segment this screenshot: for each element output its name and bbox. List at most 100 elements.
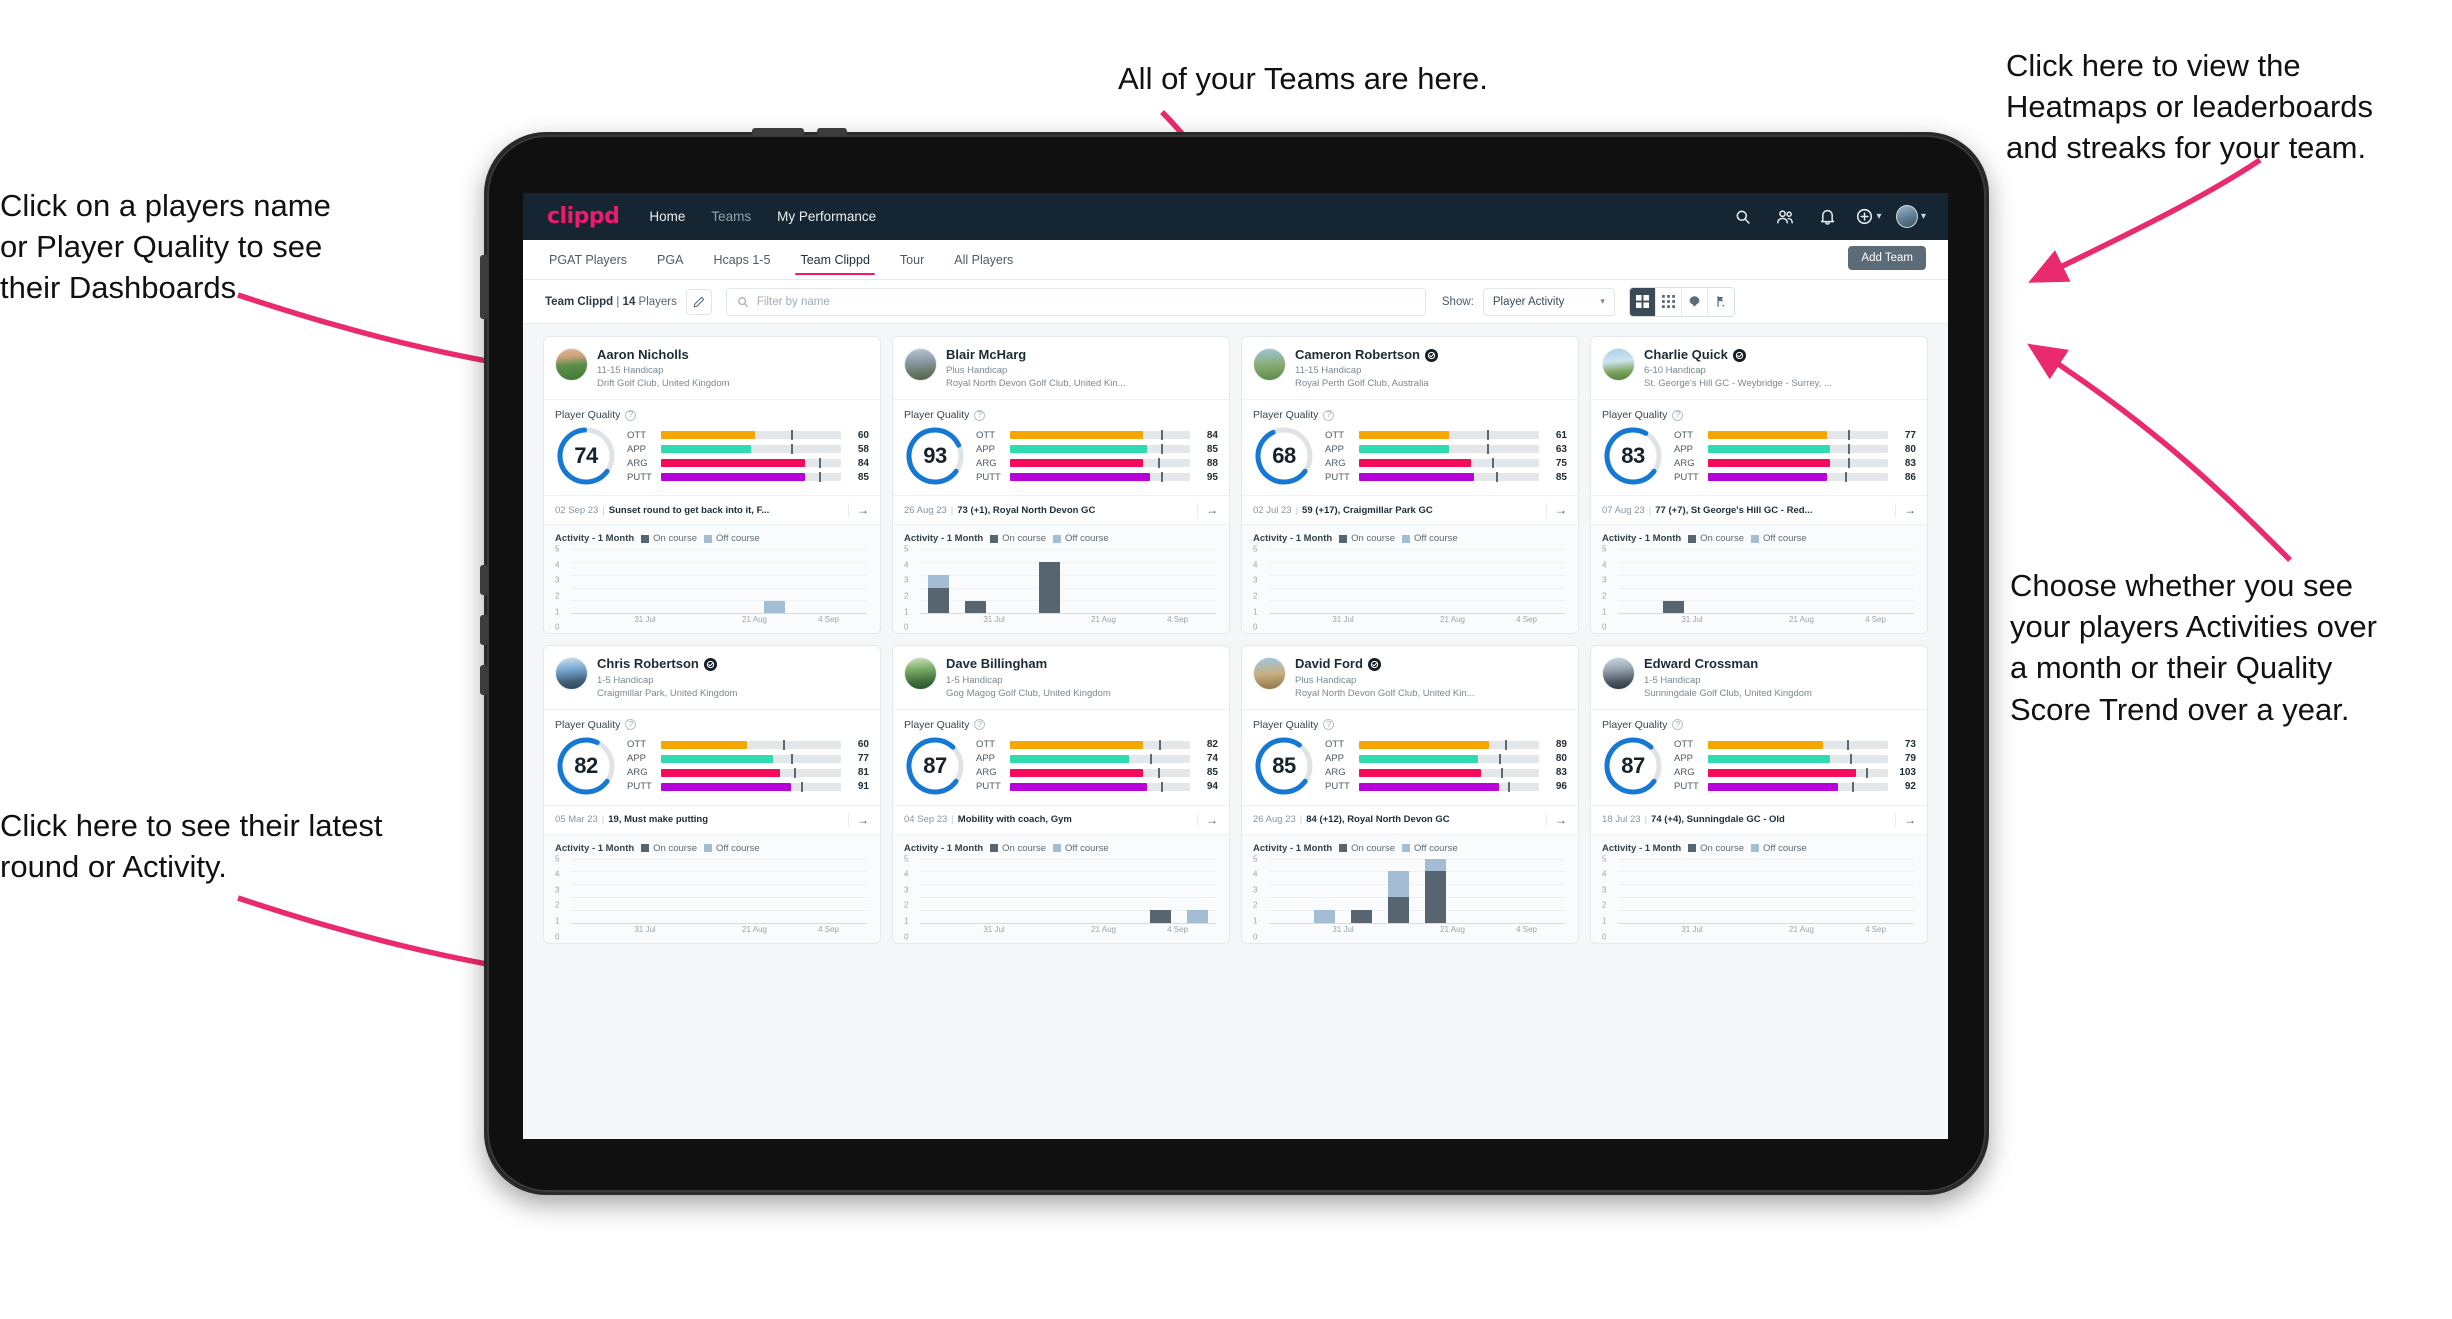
player-name[interactable]: Dave Billingham: [946, 656, 1047, 671]
tab-tour[interactable]: Tour: [898, 242, 926, 277]
latest-round-row[interactable]: 26 Aug 23 | 84 (+12), Royal North Devon GC…: [1242, 805, 1578, 835]
nav-my-performance[interactable]: My Performance: [777, 209, 876, 224]
player-card[interactable]: Charlie Quick 6-10 Handicap St. George's H…: [1590, 336, 1928, 635]
help-icon[interactable]: ?: [625, 719, 637, 731]
player-card[interactable]: Edward Crossman 1-5 Handicap Sunningdale G…: [1590, 645, 1928, 944]
tab-hcaps-1-5[interactable]: Hcaps 1-5: [711, 242, 772, 277]
leaderboard-view-button[interactable]: [1707, 287, 1734, 316]
grid-large-view-button[interactable]: [1629, 287, 1656, 316]
player-card-header[interactable]: David Ford Plus Handicap Royal North Devon…: [1242, 646, 1578, 710]
player-name-row[interactable]: David Ford: [1295, 656, 1567, 671]
show-select[interactable]: Player Activity ▾: [1482, 287, 1615, 316]
player-card[interactable]: Cameron Robertson 11-15 Handicap Royal Per…: [1241, 336, 1579, 635]
help-icon[interactable]: ?: [1323, 409, 1335, 421]
plus-circle-icon[interactable]: ▾: [1854, 202, 1884, 232]
player-name-row[interactable]: Cameron Robertson: [1295, 347, 1567, 362]
search-input-wrapper[interactable]: [725, 287, 1426, 316]
player-name-row[interactable]: Aaron Nicholls: [597, 347, 869, 362]
player-card-header[interactable]: Dave Billingham 1-5 Handicap Gog Magog Gol…: [893, 646, 1229, 710]
player-name-row[interactable]: Edward Crossman: [1644, 656, 1916, 671]
player-card-header[interactable]: Charlie Quick 6-10 Handicap St. George's H…: [1591, 337, 1927, 401]
tab-team-clippd[interactable]: Team Clippd: [795, 242, 876, 277]
player-quality-donut[interactable]: 68: [1253, 425, 1315, 487]
arrow-right-icon[interactable]: →: [1546, 812, 1567, 827]
add-team-button[interactable]: Add Team: [1848, 246, 1926, 270]
player-quality-donut[interactable]: 93: [904, 425, 966, 487]
people-icon[interactable]: [1770, 202, 1800, 232]
player-card[interactable]: Chris Robertson 1-5 Handicap Craigmillar P…: [543, 645, 881, 944]
player-card-header[interactable]: Blair McHarg Plus Handicap Royal North Dev…: [893, 337, 1229, 401]
player-quality-section[interactable]: Player Quality? 83 OTT 77 APP 80 ARG 83 PUTT 86: [1591, 400, 1927, 497]
help-icon[interactable]: ?: [974, 409, 986, 421]
player-quality-section[interactable]: Player Quality? 74 OTT 60 APP 58 ARG 84 PUTT 85: [544, 400, 880, 497]
arrow-right-icon[interactable]: →: [1546, 503, 1567, 518]
player-card[interactable]: Dave Billingham 1-5 Handicap Gog Magog Gol…: [892, 645, 1230, 944]
help-icon[interactable]: ?: [1323, 719, 1335, 731]
avatar[interactable]: ▾: [1896, 202, 1926, 232]
bell-icon[interactable]: [1812, 202, 1842, 232]
latest-round-row[interactable]: 02 Sep 23 | Sunset round to get back into …: [544, 496, 880, 526]
player-quality-donut[interactable]: 85: [1253, 735, 1315, 797]
heatmap-view-button[interactable]: [1681, 287, 1708, 316]
player-avatar: [1253, 657, 1286, 691]
player-quality-section[interactable]: Player Quality? 68 OTT 61 APP 63 ARG 75 PUTT 85: [1242, 400, 1578, 497]
player-name[interactable]: Blair McHarg: [946, 347, 1026, 362]
latest-round-row[interactable]: 07 Aug 23 | 77 (+7), St George's Hill GC -…: [1591, 496, 1927, 526]
player-card-header[interactable]: Aaron Nicholls 11-15 Handicap Drift Golf C…: [544, 337, 880, 401]
player-card-header[interactable]: Edward Crossman 1-5 Handicap Sunningdale G…: [1591, 646, 1927, 710]
latest-round-row[interactable]: 02 Jul 23 | 59 (+17), Craigmillar Park GC →: [1242, 496, 1578, 526]
player-card-header[interactable]: Cameron Robertson 11-15 Handicap Royal Per…: [1242, 337, 1578, 401]
tab-pga[interactable]: PGA: [655, 242, 685, 277]
player-quality-section[interactable]: Player Quality? 93 OTT 84 APP 85 ARG 88 PUTT 95: [893, 400, 1229, 497]
tab-pgat-players[interactable]: PGAT Players: [547, 242, 629, 277]
tab-all-players[interactable]: All Players: [952, 242, 1015, 277]
player-quality-section[interactable]: Player Quality? 85 OTT 89 APP 80 ARG 83 PUTT 96: [1242, 710, 1578, 806]
latest-round-row[interactable]: 26 Aug 23 | 73 (+1), Royal North Devon GC →: [893, 496, 1229, 526]
help-icon[interactable]: ?: [1672, 719, 1684, 731]
player-name[interactable]: Cameron Robertson: [1295, 347, 1420, 362]
help-icon[interactable]: ?: [974, 719, 986, 731]
help-icon[interactable]: ?: [625, 409, 637, 421]
player-quality-donut[interactable]: 82: [555, 735, 617, 797]
player-quality-donut[interactable]: 87: [904, 735, 966, 797]
help-icon[interactable]: ?: [1672, 409, 1684, 421]
bar-column: [1343, 859, 1380, 923]
nav-teams[interactable]: Teams: [711, 209, 751, 224]
player-quality-section[interactable]: Player Quality? 87 OTT 73 APP 79 ARG 103 PUTT 92: [1591, 710, 1927, 806]
player-name-row[interactable]: Dave Billingham: [946, 656, 1218, 671]
nav-home[interactable]: Home: [649, 209, 685, 224]
player-card[interactable]: David Ford Plus Handicap Royal North Devon…: [1241, 645, 1579, 944]
arrow-right-icon[interactable]: →: [1197, 812, 1218, 827]
player-name[interactable]: Edward Crossman: [1644, 656, 1758, 671]
arrow-right-icon[interactable]: →: [848, 812, 869, 827]
search-icon[interactable]: [1728, 202, 1758, 232]
player-quality-donut[interactable]: 74: [555, 425, 617, 487]
player-quality-section[interactable]: Player Quality? 87 OTT 82 APP 74 ARG 85 PUTT 94: [893, 710, 1229, 806]
player-card-header[interactable]: Chris Robertson 1-5 Handicap Craigmillar P…: [544, 646, 880, 710]
player-name[interactable]: Charlie Quick: [1644, 347, 1728, 362]
arrow-right-icon[interactable]: →: [848, 503, 869, 518]
player-name-row[interactable]: Charlie Quick: [1644, 347, 1916, 362]
search-input[interactable]: [756, 295, 1415, 308]
latest-round-row[interactable]: 05 Mar 23 | 19, Must make putting →: [544, 805, 880, 835]
pencil-icon[interactable]: [685, 288, 712, 315]
arrow-right-icon[interactable]: →: [1895, 812, 1916, 827]
player-card[interactable]: Blair McHarg Plus Handicap Royal North Dev…: [892, 336, 1230, 635]
arrow-right-icon[interactable]: →: [1895, 503, 1916, 518]
latest-round-row[interactable]: 04 Sep 23 | Mobility with coach, Gym →: [893, 805, 1229, 835]
player-name[interactable]: Aaron Nicholls: [597, 347, 689, 362]
grid-small-view-button[interactable]: [1655, 287, 1682, 316]
player-card[interactable]: Aaron Nicholls 11-15 Handicap Drift Golf C…: [543, 336, 881, 635]
arrow-right-icon[interactable]: →: [1197, 503, 1218, 518]
clippd-logo[interactable]: clippd: [547, 204, 620, 229]
metric-bar-tick: [1501, 767, 1504, 778]
player-name-row[interactable]: Chris Robertson: [597, 656, 869, 671]
player-quality-section[interactable]: Player Quality? 82 OTT 60 APP 77 ARG 81 PUTT 91: [544, 710, 880, 806]
player-name[interactable]: David Ford: [1295, 656, 1363, 671]
player-quality-donut[interactable]: 83: [1602, 425, 1664, 487]
player-name-row[interactable]: Blair McHarg: [946, 347, 1218, 362]
player-name[interactable]: Chris Robertson: [597, 656, 699, 671]
player-quality-donut[interactable]: 87: [1602, 735, 1664, 797]
latest-round-row[interactable]: 18 Jul 23 | 74 (+4), Sunningdale GC - Old →: [1591, 805, 1927, 835]
chart-bars: [1618, 549, 1914, 614]
